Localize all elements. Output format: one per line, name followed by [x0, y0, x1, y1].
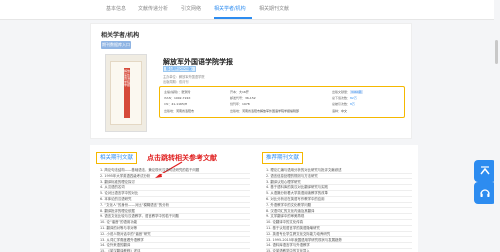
info-founded: 创刊年：1978 [230, 102, 250, 106]
related-journal-item[interactable]: 1. 简论句法结构——基础语法，兼论现代汉语句法研究的若干问题 [100, 167, 199, 172]
related-journal-item[interactable]: 8. 翻译批评的理论依据 [100, 208, 135, 213]
recommended-item[interactable]: 5. 从语篇分析看大学英语阅读教学的改革 [266, 190, 328, 195]
section-heading: 相关学者/机构 [101, 32, 140, 39]
journal-info-box: 主编(编辑)：张洪玲 ISSN：1002-722X CN：41-1165/H 出… [159, 86, 405, 118]
related-journal-item[interactable]: 13. 从词汇学角度看外语教学 [100, 237, 144, 242]
info-citations: 总被引次数：8万 [332, 102, 355, 106]
recommended-item[interactable]: 9. 文学翻译中的审美再现 [266, 213, 304, 218]
related-journal-item[interactable]: 6. 本体论的汉语研究 [100, 196, 131, 201]
tab-basic-info[interactable]: 基本信息 [106, 5, 126, 12]
meta-line: 出版周期：双月刊 [163, 80, 189, 84]
core-journal-badge: 核心期刊(2020版) [163, 66, 196, 72]
info-address: 出版地：河南省洛阳市解放军外国语学院学报编辑部 [230, 109, 300, 113]
info-volume: 出版文献量：3464篇 [332, 90, 363, 94]
institution-card: 相关学者/机构 期刊数据库入口 解放军外国语学院学报 解放军外国语学院学报 核心… [90, 23, 412, 139]
tab-related-journals[interactable]: 相关期刊文献 [259, 5, 289, 12]
related-journal-item[interactable]: 10. 论“谐音”的语用功能 [100, 219, 137, 224]
recommended-item[interactable]: 4. 基于语料库的英汉对比翻译研究与实践 [266, 184, 328, 189]
recommended-title[interactable]: 推荐期刊文献 [262, 152, 304, 164]
related-journal-item[interactable]: 7. “文化人”的身份——对比“模糊语言”的分析 [100, 202, 169, 207]
related-journal-item[interactable]: 2. 1995年大学英语四级考试分析 [100, 173, 150, 178]
top-tab-bar: 基本信息 文献传递分析 引文网络 相关学者/机构 相关期刊文献 [0, 0, 500, 20]
recommended-item[interactable]: 6. 对比分析法在英语写作教学中的应用 [266, 196, 325, 201]
related-journals-title[interactable]: 相关期刊文献 [96, 152, 138, 164]
back-to-top-button[interactable] [474, 160, 496, 182]
related-journal-item[interactable]: 11. 翻译的对等与非对等 [100, 225, 137, 230]
recommended-item[interactable]: 8. 汉语词汇的文化内涵及其翻译 [266, 208, 314, 213]
related-journal-item[interactable]: 9. 语言文化比较与汉语教学，语言教学中的若干问题 [100, 213, 179, 218]
page-scrollbar[interactable] [494, 0, 500, 252]
recommended-item[interactable]: 12. 英语专业学生跨文化交际能力培养研究 [266, 231, 330, 236]
related-journal-item[interactable]: 4. 从汉语的名词 [100, 184, 125, 189]
recommended-item[interactable]: 15. 论英语教学中的文化导入 [266, 248, 310, 252]
info-issn: ISSN：1002-722X [164, 96, 191, 100]
tab-citation-network[interactable]: 引文网络 [181, 5, 201, 12]
scrollbar-thumb[interactable] [495, 40, 498, 64]
journal-cover[interactable]: 解放军外国语学院学报 [105, 54, 147, 132]
recommended-item[interactable]: 13. 1995-2015年我国语用学研究现状与发展趋势 [266, 237, 342, 242]
related-journal-item[interactable]: 14. 论外来语的翻译 [100, 242, 130, 247]
info-downloads: 总下载次数：82万 [332, 96, 357, 100]
info-place: 出版地：河南省洛阳市 [164, 109, 195, 113]
tab-literature-analysis[interactable]: 文献传递分析 [138, 5, 168, 12]
headset-icon [480, 189, 490, 197]
chevron-up-icon [480, 166, 490, 175]
recommended-item[interactable]: 2. 语言信息处理的规则与方法研究 [266, 173, 318, 178]
recommended-item[interactable]: 1. 理论汇编与语用分析的对比研究与批评文献综述 [266, 167, 342, 172]
related-journal-item[interactable]: 3. 翻译标准的理论探讨 [100, 179, 135, 184]
recommended-item[interactable]: 14. 语料库语言学与外语教学 [266, 242, 310, 247]
cover-page: 解放军外国语学院学报 [110, 61, 142, 125]
related-journal-item[interactable]: 12. 小说人物对话中的“谐音”研究 [100, 231, 151, 236]
recommended-item[interactable]: 10. 论翻译中的文化传真 [266, 219, 303, 224]
customer-service-button[interactable] [474, 182, 496, 204]
recommended-item[interactable]: 11. 基于认知语言学的英语隐喻研究 [266, 225, 320, 230]
tab-related-scholars[interactable]: 相关学者/机构 [214, 5, 246, 12]
recommended-item[interactable]: 7. 外语教学中的文化教学问题 [266, 202, 311, 207]
cover-title: 解放军外国语学院学报 [124, 68, 130, 118]
info-cn: CN：41-1165/H [164, 102, 188, 106]
related-journal-item[interactable]: 5. 论对比语言学中的对比 [100, 190, 138, 195]
recommended-item[interactable]: 3. 翻译认知心理学研究 [266, 179, 301, 184]
info-language: 语种：中文 [332, 109, 348, 113]
info-format: 开本：大16开 [230, 90, 249, 94]
related-journal-item[interactable]: 15. 《英汉翻译教程》述评 [100, 248, 140, 252]
info-postcode: 邮发代号：36-152 [230, 96, 256, 100]
info-editor: 主编(编辑)：张洪玲 [164, 90, 191, 94]
database-tag[interactable]: 期刊数据库入口 [101, 41, 131, 49]
active-tab-indicator [214, 17, 252, 19]
